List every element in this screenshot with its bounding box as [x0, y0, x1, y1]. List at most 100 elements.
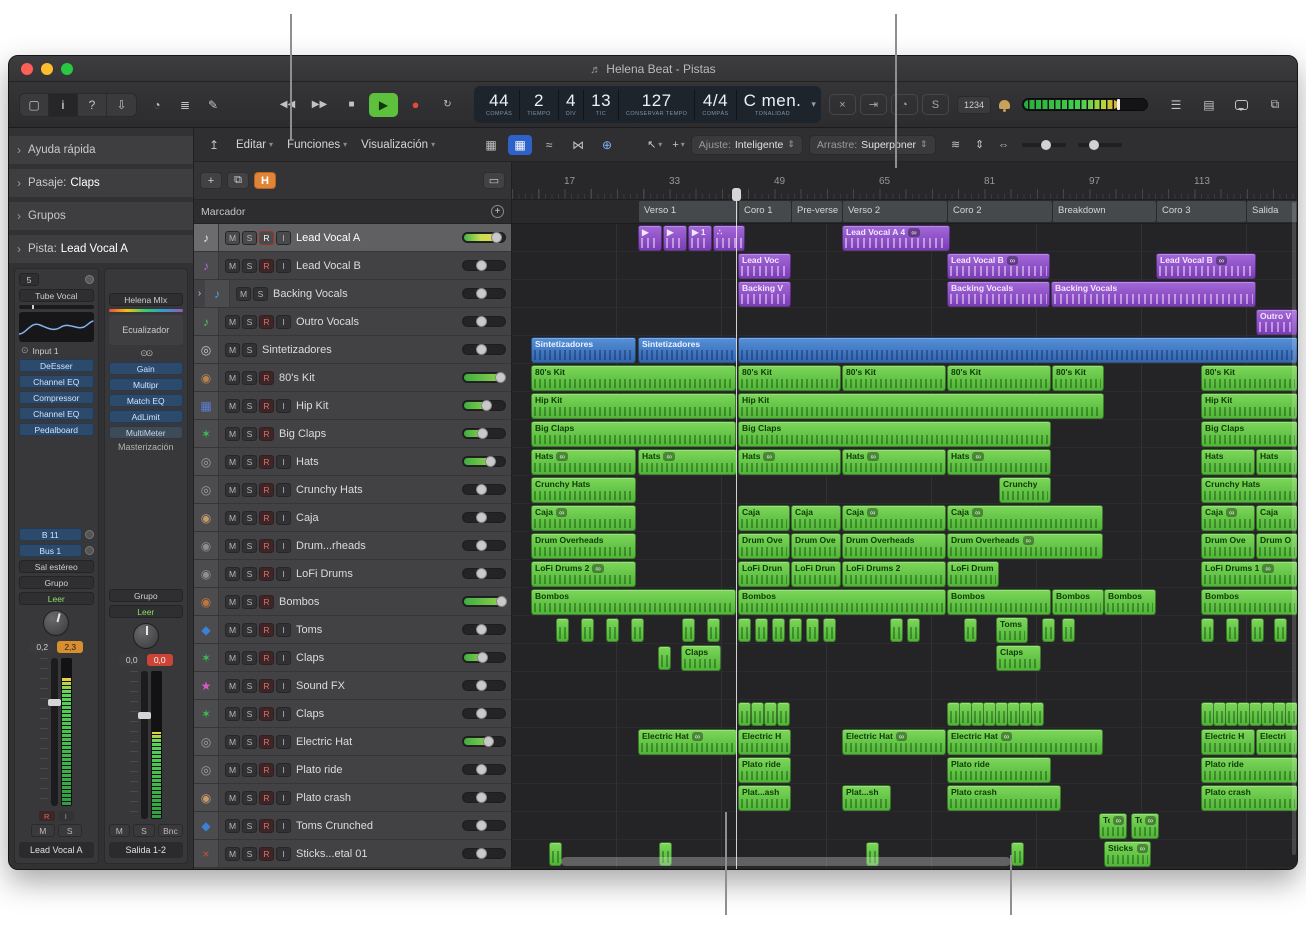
region-clip[interactable]: Lead Vocal B∞	[1156, 253, 1256, 279]
lcd-segment[interactable]: C men.TONALIDAD	[737, 90, 809, 120]
setting-number-button[interactable]: 5	[19, 273, 39, 286]
help-panel-item[interactable]: ›Pasaje:Claps	[9, 169, 193, 197]
region-clip[interactable]	[1226, 618, 1239, 642]
mute-button[interactable]: M	[31, 824, 55, 837]
mute-button[interactable]: M	[109, 824, 131, 837]
input-monitor-button[interactable]: I	[276, 539, 291, 553]
plugin-slot[interactable]: DeEsser	[19, 359, 94, 372]
record-arm-button[interactable]: R	[259, 427, 274, 441]
region-clip[interactable]: Lead Voc	[738, 253, 791, 279]
solo-button[interactable]: S	[242, 315, 257, 329]
command-tool-selector[interactable]: +▾	[672, 138, 684, 151]
solo-button[interactable]: S	[242, 707, 257, 721]
track-header[interactable]: ▦MSRIHip Kit	[194, 392, 511, 420]
add-marker-button[interactable]: +	[491, 205, 504, 218]
region-clip[interactable]: LoFi Drun	[738, 561, 790, 587]
region-clip[interactable]: Plat...sh	[842, 785, 891, 811]
region-clip[interactable]	[1062, 618, 1075, 642]
region-clip[interactable]: Sintetizadores	[531, 337, 636, 363]
arrangement-marker[interactable]: Pre-verse	[791, 201, 842, 222]
editors-icon[interactable]: ✎	[201, 95, 225, 115]
plugin-slot[interactable]: Channel EQ	[19, 375, 94, 388]
region-clip[interactable]: Big Claps	[1201, 421, 1297, 447]
play-button[interactable]: ▶	[369, 93, 398, 117]
mute-button[interactable]: M	[225, 819, 240, 833]
input-monitor-button[interactable]: I	[276, 483, 291, 497]
region-clip[interactable]: Caja	[1256, 505, 1297, 531]
region-clip[interactable]	[556, 618, 569, 642]
volume-fader[interactable]	[51, 658, 58, 806]
input-monitor-button[interactable]: I	[276, 511, 291, 525]
region-clip[interactable]	[789, 618, 802, 642]
region-clip[interactable]	[631, 618, 644, 642]
track-header[interactable]: ◉MSRBombos	[194, 588, 511, 616]
region-clip[interactable]: Hats∞	[531, 449, 636, 475]
solo-button[interactable]: S	[242, 371, 257, 385]
track-volume-slider[interactable]	[462, 372, 506, 383]
pan-knob[interactable]	[133, 623, 159, 649]
track-header[interactable]: ◎MSRIElectric Hat	[194, 728, 511, 756]
region-clip[interactable]: Toms	[996, 617, 1028, 643]
no-overlap-icon[interactable]: ×	[829, 94, 856, 115]
input-monitor-button[interactable]: I	[276, 791, 291, 805]
mute-button[interactable]: M	[225, 735, 240, 749]
send-knob[interactable]	[85, 530, 94, 539]
track-header[interactable]: ◎MSSintetizadores	[194, 336, 511, 364]
solo-button[interactable]: S	[242, 623, 257, 637]
record-arm-button[interactable]: R	[259, 315, 274, 329]
plugin-slot[interactable]: Pedalboard	[19, 423, 94, 436]
track-header[interactable]: ◉MSRICaja	[194, 504, 511, 532]
plugin-slot[interactable]: Gain	[109, 362, 184, 375]
region-clip[interactable]: Plato ride	[1201, 757, 1297, 783]
solo-button[interactable]: S	[242, 819, 257, 833]
send-slot[interactable]: B 11	[19, 528, 82, 541]
browsers-icon[interactable]: ⧉	[1263, 95, 1287, 115]
stop-button[interactable]: ■	[337, 93, 366, 117]
record-arm-button[interactable]: R	[259, 231, 274, 245]
master-preset-button[interactable]: Helena MIx	[109, 293, 184, 306]
arrangement-marker[interactable]: Verso 2	[842, 201, 947, 222]
track-volume-slider[interactable]	[462, 820, 506, 831]
region-clip[interactable]: Drum Ove	[738, 533, 790, 559]
region-clip[interactable]	[755, 618, 768, 642]
forward-button[interactable]: ▶▶	[305, 93, 334, 117]
arrangement-marker[interactable]: Salida	[1246, 201, 1297, 222]
lcd-segment[interactable]: 4DIV	[559, 90, 584, 120]
track-volume-slider[interactable]	[462, 596, 506, 607]
record-arm-button[interactable]: R	[259, 819, 274, 833]
mute-button[interactable]: M	[225, 707, 240, 721]
region-clip[interactable]: Plato ride	[947, 757, 1051, 783]
mute-button[interactable]: M	[225, 455, 240, 469]
region-clip[interactable]: LoFi Drums 2	[842, 561, 946, 587]
hide-tracks-button[interactable]: H	[254, 172, 276, 189]
timeline-ruler[interactable]: 173349658197113129	[512, 162, 1297, 200]
region-clip[interactable]: 80's Kit	[531, 365, 736, 391]
arrangement-marker[interactable]: Coro 1	[738, 201, 791, 222]
region-clip[interactable]: Electric H	[1201, 729, 1255, 755]
mute-button[interactable]: M	[225, 567, 240, 581]
rewind-button[interactable]: ◀◀	[273, 93, 302, 117]
track-header[interactable]: ◉MSRIDrum...rheads	[194, 532, 511, 560]
plugin-slot[interactable]: Multipr	[109, 378, 184, 391]
solo-button[interactable]: S	[242, 399, 257, 413]
count-in-button[interactable]: 1234	[957, 96, 991, 114]
solo-button[interactable]: S	[242, 763, 257, 777]
region-clip[interactable]: Drum Ove	[1201, 533, 1255, 559]
region-clip[interactable]: Sintetizadores	[638, 337, 737, 363]
region-clip[interactable]: Bombos	[531, 589, 736, 615]
mute-button[interactable]: M	[225, 651, 240, 665]
region-clip[interactable]: Toms∞	[1131, 813, 1159, 839]
vertical-zoom-icon[interactable]: ⇕	[970, 135, 990, 155]
region-clip[interactable]: 80's Kit	[738, 365, 841, 391]
region-clip[interactable]	[549, 842, 562, 866]
region-clip[interactable]: Caja∞	[842, 505, 946, 531]
region-clip[interactable]: LoFi Drums 1∞	[1201, 561, 1297, 587]
input-monitor-button[interactable]: I	[276, 819, 291, 833]
track-volume-slider[interactable]	[462, 540, 506, 551]
track-volume-slider[interactable]	[462, 764, 506, 775]
region-clip[interactable]	[738, 618, 751, 642]
region-clip[interactable]: Sticks an∞	[1104, 841, 1151, 867]
track-volume-slider[interactable]	[462, 512, 506, 523]
mute-button[interactable]: M	[225, 343, 240, 357]
region-clip[interactable]: Electri	[1256, 729, 1297, 755]
